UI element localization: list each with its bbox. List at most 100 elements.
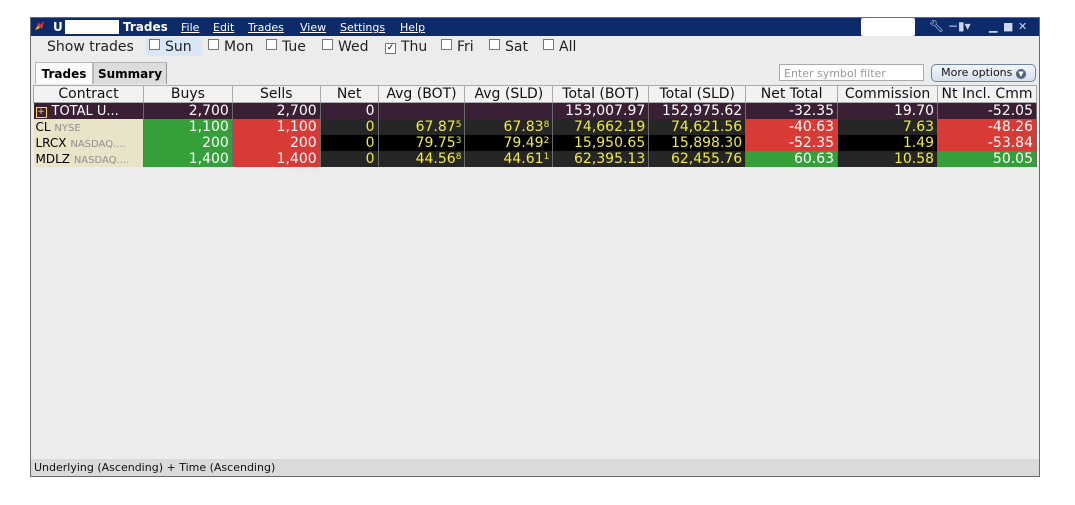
col-buys[interactable]: Buys xyxy=(142,85,233,103)
col-avg-bot[interactable]: Avg (BOT) xyxy=(377,85,466,103)
day-toggle-mon[interactable]: Mon xyxy=(208,39,254,55)
cell-avg-sld: 67.838 xyxy=(464,119,554,135)
header-row: Contract Buys Sells Net Avg (BOT) Avg (S… xyxy=(33,85,1037,103)
cell-nt-incl-cmm: -48.26 xyxy=(937,119,1037,135)
cell-net-total: -52.35 xyxy=(745,135,839,151)
day-toggle-sun[interactable]: Sun xyxy=(149,39,192,55)
wrench-icon[interactable]: 🔧︎ xyxy=(929,19,944,33)
chevron-down-icon: ▼ xyxy=(1015,69,1026,79)
cell-net: 0 xyxy=(320,119,379,135)
symbol-filter-input[interactable]: Enter symbol filter xyxy=(779,64,924,81)
cell-net: 0 xyxy=(320,151,379,167)
cell-avg-sld: 44.611 xyxy=(464,151,554,167)
table-row-total[interactable]: + TOTAL U... 2,700 2,700 0 153,007.97 152… xyxy=(33,102,1037,119)
title-bar[interactable]: U Trades File Edit Trades View Settings … xyxy=(31,18,1039,36)
cell-commission: 10.58 xyxy=(837,151,939,167)
cell-sells: 1,100 xyxy=(232,119,321,135)
cell-total-sld: 62,455.76 xyxy=(648,151,747,167)
contract-cell[interactable]: MDLZ NASDAQ.... xyxy=(33,151,144,167)
cell-total-bot: 15,950.65 xyxy=(552,135,650,151)
tab-strip: Trades Summary Enter symbol filter More … xyxy=(31,62,1039,85)
table-row[interactable]: LRCX NASDAQ.... 200 200 0 79.753 79.492 … xyxy=(33,135,1037,151)
checkbox-icon[interactable] xyxy=(266,39,277,50)
col-avg-sld[interactable]: Avg (SLD) xyxy=(464,85,554,103)
cell-net: 0 xyxy=(320,135,379,151)
menu-trades[interactable]: Trades xyxy=(248,21,284,34)
cell-net-total: -40.63 xyxy=(745,119,839,135)
checkbox-icon[interactable] xyxy=(489,39,500,50)
cell-commission: 1.49 xyxy=(837,135,939,151)
tab-summary[interactable]: Summary xyxy=(93,62,167,84)
menu-help[interactable]: Help xyxy=(400,21,425,34)
contract-cell[interactable]: LRCX NASDAQ.... xyxy=(33,135,144,151)
col-nt-incl-cmm[interactable]: Nt Incl. Cmm xyxy=(937,85,1037,103)
expand-plus-icon[interactable]: + xyxy=(35,106,47,118)
trades-window: U Trades File Edit Trades View Settings … xyxy=(30,17,1040,477)
cell-total-bot: 153,007.97 xyxy=(552,102,650,119)
cell-buys: 2,700 xyxy=(143,102,233,119)
menu-view[interactable]: View xyxy=(300,21,326,34)
table-row[interactable]: MDLZ NASDAQ.... 1,400 1,400 0 44.568 44.… xyxy=(33,151,1037,167)
trades-table: Contract Buys Sells Net Avg (BOT) Avg (S… xyxy=(33,85,1037,167)
col-sells[interactable]: Sells xyxy=(231,85,321,103)
col-net-total[interactable]: Net Total xyxy=(745,85,839,103)
cell-commission: 19.70 xyxy=(837,102,939,119)
pin-icon[interactable]: −▮▾ xyxy=(948,19,971,33)
col-total-sld[interactable]: Total (SLD) xyxy=(648,85,747,103)
app-logo-icon xyxy=(35,21,44,30)
table-row[interactable]: CL NYSE 1,100 1,100 0 67.875 67.838 74,6… xyxy=(33,119,1037,135)
cell-avg-bot: 79.753 xyxy=(378,135,466,151)
cell-buys: 1,400 xyxy=(143,151,233,167)
cell-net-total: 60.63 xyxy=(745,151,839,167)
col-total-bot[interactable]: Total (BOT) xyxy=(552,85,650,103)
cell-total-sld: 74,621.56 xyxy=(648,119,747,135)
cell-avg-bot xyxy=(378,102,466,119)
cell-avg-bot: 44.568 xyxy=(378,151,466,167)
day-toggle-thu[interactable]: ✓ Thu xyxy=(385,39,427,55)
checkbox-checked-icon[interactable]: ✓ xyxy=(385,43,396,54)
cell-total-bot: 62,395.13 xyxy=(552,151,650,167)
cell-commission: 7.63 xyxy=(837,119,939,135)
day-toggle-tue[interactable]: Tue xyxy=(266,39,306,55)
col-contract[interactable]: Contract xyxy=(33,85,144,103)
cell-avg-bot: 67.875 xyxy=(378,119,466,135)
menu-edit[interactable]: Edit xyxy=(213,21,234,34)
checkbox-icon[interactable] xyxy=(441,39,452,50)
maximize-icon[interactable]: ■ xyxy=(1003,20,1013,33)
cell-sells: 1,400 xyxy=(232,151,321,167)
day-toggle-all[interactable]: All xyxy=(543,39,576,55)
col-commission[interactable]: Commission xyxy=(837,85,939,103)
checkbox-icon[interactable] xyxy=(208,39,219,50)
close-icon[interactable]: ✕ xyxy=(1018,20,1027,33)
contract-cell[interactable]: CL NYSE xyxy=(33,119,144,135)
tab-trades[interactable]: Trades xyxy=(35,62,93,84)
account-redaction xyxy=(65,20,119,34)
cell-sells: 2,700 xyxy=(232,102,321,119)
checkbox-icon[interactable] xyxy=(322,39,333,50)
day-toggle-wed[interactable]: Wed xyxy=(322,39,369,55)
day-toggle-sat[interactable]: Sat xyxy=(489,39,528,55)
cell-total-sld: 152,975.62 xyxy=(648,102,747,119)
total-contract-cell[interactable]: + TOTAL U... xyxy=(33,102,144,119)
checkbox-icon[interactable] xyxy=(149,39,160,50)
cell-total-bot: 74,662.19 xyxy=(552,119,650,135)
trades-grid: Contract Buys Sells Net Avg (BOT) Avg (S… xyxy=(33,85,1037,459)
cell-avg-sld xyxy=(464,102,554,119)
minimize-icon[interactable]: ▁ xyxy=(989,20,997,33)
cell-nt-incl-cmm: -52.05 xyxy=(937,102,1037,119)
cell-buys: 200 xyxy=(143,135,233,151)
status-bar: Underlying (Ascending) + Time (Ascending… xyxy=(31,459,1039,476)
cell-sells: 200 xyxy=(232,135,321,151)
more-options-button[interactable]: More options ▼ xyxy=(931,64,1036,82)
day-toggle-fri[interactable]: Fri xyxy=(441,39,474,55)
title-redaction xyxy=(861,18,915,36)
show-trades-label: Show trades xyxy=(47,39,134,55)
account-id: U xyxy=(53,20,63,34)
show-trades-bar: Show trades Sun Mon Tue Wed ✓ Thu Fri Sat… xyxy=(31,36,1039,58)
checkbox-icon[interactable] xyxy=(543,39,554,50)
menu-file[interactable]: File xyxy=(181,21,199,34)
menu-settings[interactable]: Settings xyxy=(340,21,385,34)
col-net[interactable]: Net xyxy=(319,85,379,103)
cell-nt-incl-cmm: 50.05 xyxy=(937,151,1037,167)
cell-total-sld: 15,898.30 xyxy=(648,135,747,151)
